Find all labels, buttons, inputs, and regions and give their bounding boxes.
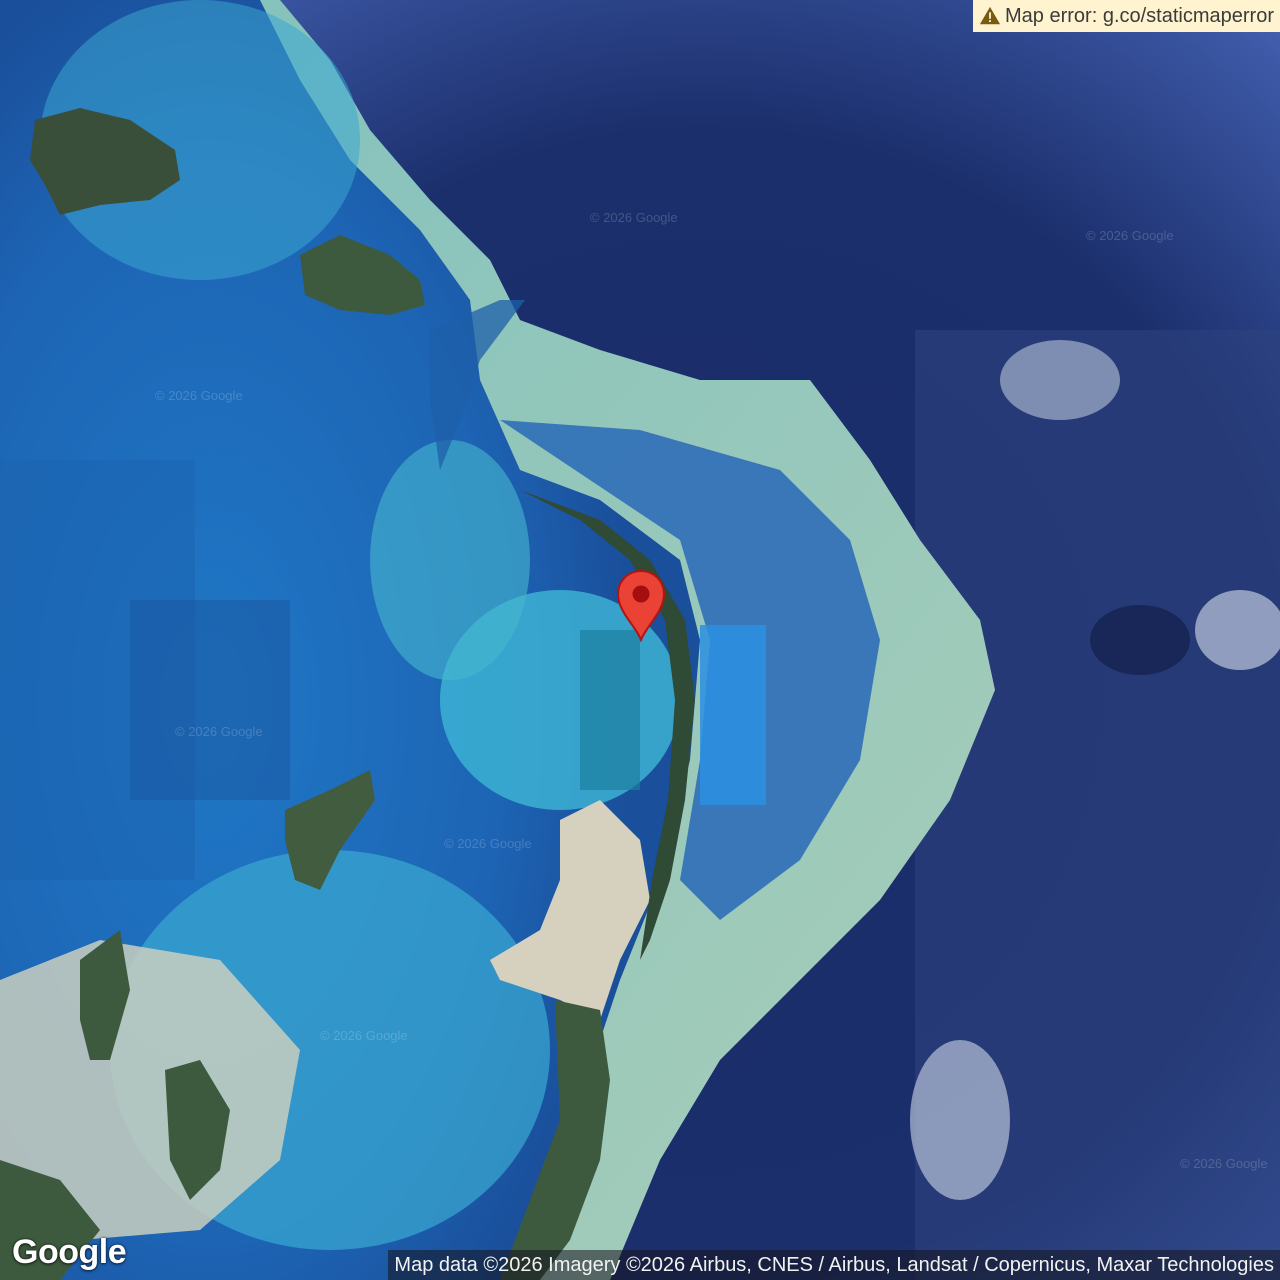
watermark-3: © 2026 Google bbox=[155, 388, 243, 403]
shallow-patch-4 bbox=[370, 440, 530, 680]
lagoon-tile-mid bbox=[130, 600, 290, 800]
watermark-6: © 2026 Google bbox=[320, 1028, 408, 1043]
lagoon-tile-dark bbox=[580, 630, 640, 790]
bright-lagoon-tile bbox=[700, 625, 766, 805]
watermark-1: © 2026 Google bbox=[590, 210, 678, 225]
google-logo[interactable]: Google bbox=[12, 1233, 127, 1272]
warning-icon bbox=[979, 6, 1001, 25]
watermark-2: © 2026 Google bbox=[1086, 228, 1174, 243]
map-error-text[interactable]: Map error: g.co/staticmaperror bbox=[1005, 0, 1274, 32]
map-pin-icon[interactable] bbox=[614, 568, 668, 642]
cloud-4 bbox=[1090, 605, 1190, 675]
cloud-3 bbox=[910, 1040, 1010, 1200]
map-error-banner[interactable]: Map error: g.co/staticmaperror bbox=[973, 0, 1280, 32]
map-attribution: Map data ©2026 Imagery ©2026 Airbus, CNE… bbox=[388, 1250, 1280, 1280]
watermark-7: © 2026 Google bbox=[1180, 1156, 1268, 1171]
watermark-4: © 2026 Google bbox=[175, 724, 263, 739]
watermark-5: © 2026 Google bbox=[444, 836, 532, 851]
cloud-1 bbox=[1000, 340, 1120, 420]
map-view[interactable]: © 2026 Google © 2026 Google © 2026 Googl… bbox=[0, 0, 1280, 1280]
